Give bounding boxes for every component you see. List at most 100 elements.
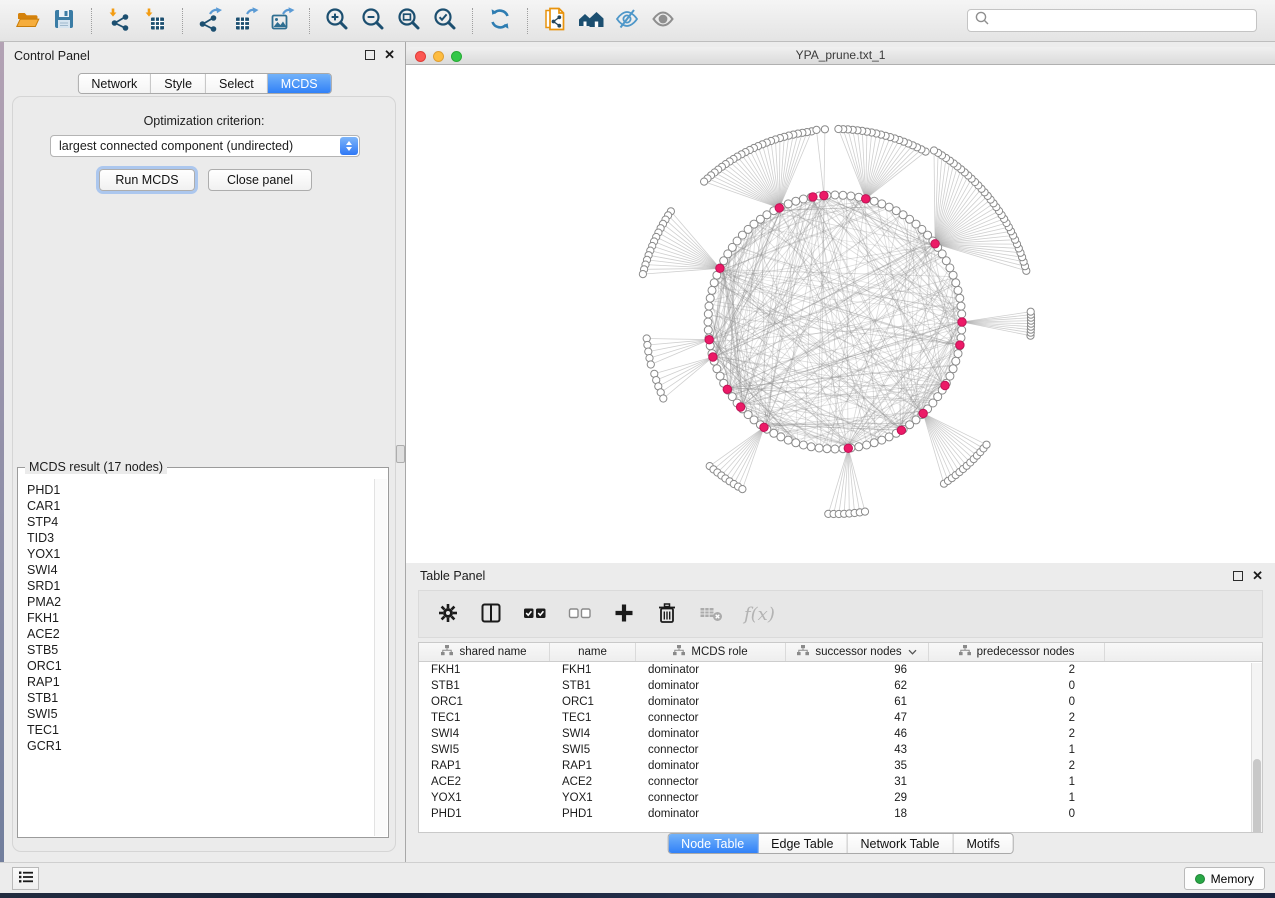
tab-network[interactable]: Network [78,74,151,93]
column-header-name[interactable]: name [550,643,636,661]
table-row[interactable]: FKH1FKH1dominator962 [419,662,1262,678]
zoom-out-button[interactable] [355,4,391,38]
table-row[interactable]: RAP1RAP1dominator352 [419,758,1262,774]
close-panel-icon[interactable]: ✕ [1252,570,1263,581]
new-network-from-selection-button[interactable] [537,4,573,38]
network-window-titlebar[interactable]: YPA_prune.txt_1 [406,47,1275,65]
memory-button[interactable]: Memory [1184,867,1265,890]
column-header-shared-name[interactable]: shared name [419,643,550,661]
open-session-button[interactable] [10,4,46,38]
task-history-button[interactable] [12,867,39,890]
mcds-result-item[interactable]: FKH1 [27,610,371,626]
table-row[interactable]: PHD1PHD1dominator180 [419,806,1262,822]
table-row[interactable]: SWI4SWI4dominator462 [419,726,1262,742]
close-panel-button[interactable]: Close panel [208,169,312,191]
table-cell: 96 [786,664,929,676]
table-cell: dominator [636,696,786,708]
zoom-fit-button[interactable] [391,4,427,38]
mcds-result-item[interactable]: TID3 [27,530,371,546]
column-header-mcds-role[interactable]: MCDS role [636,643,786,661]
add-row-button[interactable] [613,601,635,627]
tab-select[interactable]: Select [206,74,268,93]
show-column-panel-button[interactable] [480,601,502,627]
mcds-result-item[interactable]: PMA2 [27,594,371,610]
table-cell: ORC1 [550,696,636,708]
zoom-in-button[interactable] [319,4,355,38]
show-graphics-details-button[interactable] [645,4,681,38]
zoom-selected-button[interactable] [427,4,463,38]
float-panel-icon[interactable] [1233,571,1243,581]
save-session-button[interactable] [46,4,82,38]
checked-boxes-icon [523,602,547,627]
table-row[interactable]: SWI5SWI5connector431 [419,742,1262,758]
table-panel-tabs: Node TableEdge TableNetwork TableMotifs [667,833,1014,854]
table-row[interactable]: TEC1TEC1connector472 [419,710,1262,726]
export-network-icon [197,6,223,35]
mcds-result-item[interactable]: STP4 [27,514,371,530]
hide-graphics-details-button[interactable] [609,4,645,38]
tab-network-table[interactable]: Network Table [848,834,954,853]
search-box[interactable] [967,9,1257,32]
mcds-result-item[interactable]: CAR1 [27,498,371,514]
mcds-result-item[interactable]: STB1 [27,690,371,706]
node-table[interactable]: shared namenameMCDS rolesuccessor nodesp… [418,642,1263,833]
tab-style[interactable]: Style [151,74,206,93]
refresh-button[interactable] [482,4,518,38]
mcds-result-item[interactable]: SRD1 [27,578,371,594]
import-table-button[interactable] [137,4,173,38]
home-button[interactable] [573,4,609,38]
table-row[interactable]: ORC1ORC1dominator610 [419,694,1262,710]
mcds-result-item[interactable]: SWI5 [27,706,371,722]
export-table-icon [233,6,259,35]
tab-mcds[interactable]: MCDS [268,74,331,93]
table-cell: 43 [786,744,929,756]
mcds-result-item[interactable]: GCR1 [27,738,371,754]
table-row[interactable]: YOX1YOX1connector291 [419,790,1262,806]
export-image-button[interactable] [264,4,300,38]
tab-motifs[interactable]: Motifs [953,834,1012,853]
delete-row-button[interactable] [656,601,678,627]
export-table-button[interactable] [228,4,264,38]
mcds-result-item[interactable]: ORC1 [27,658,371,674]
table-cell: 47 [786,712,929,724]
mcds-result-item[interactable]: TEC1 [27,722,371,738]
table-row[interactable]: STB1STB1dominator620 [419,678,1262,694]
table-cell: STB1 [550,680,636,692]
table-cell: 2 [929,712,1105,724]
mcds-result-item[interactable]: ACE2 [27,626,371,642]
table-cell: FKH1 [550,664,636,676]
import-network-icon [106,6,132,35]
mcds-result-item[interactable]: YOX1 [27,546,371,562]
deselect-all-button[interactable] [568,601,592,627]
column-header-predecessor-nodes[interactable]: predecessor nodes [929,643,1105,661]
export-image-icon [269,6,295,35]
toolbar-separator [472,8,473,34]
column-header-successor-nodes[interactable]: successor nodes [786,643,929,661]
table-scrollbar-thumb[interactable] [1253,759,1261,833]
delete-column-button-disabled [699,601,723,627]
tab-node-table[interactable]: Node Table [668,834,758,853]
mcds-result-item[interactable]: STB5 [27,642,371,658]
mcds-result-item[interactable]: RAP1 [27,674,371,690]
mcds-result-item[interactable]: PHD1 [27,482,371,498]
tab-edge-table[interactable]: Edge Table [758,834,847,853]
optimization-criterion-select[interactable]: largest connected component (undirected) [50,135,360,157]
export-network-button[interactable] [192,4,228,38]
search-input[interactable] [990,14,1250,28]
select-all-button[interactable] [523,601,547,627]
float-panel-icon[interactable] [365,50,375,60]
mcds-result-scrollbar[interactable] [374,479,387,836]
import-network-button[interactable] [101,4,137,38]
window-zoom-icon[interactable] [451,51,462,62]
table-row[interactable]: ACE2ACE2connector311 [419,774,1262,790]
table-scrollbar[interactable] [1251,663,1262,832]
mcds-result-item[interactable]: SWI4 [27,562,371,578]
run-mcds-button[interactable]: Run MCDS [99,169,195,191]
window-close-icon[interactable] [415,51,426,62]
mcds-result-list[interactable]: PHD1CAR1STP4TID3YOX1SWI4SRD1PMA2FKH1ACE2… [27,482,371,834]
table-cell: ACE2 [550,776,636,788]
close-panel-icon[interactable]: ✕ [384,49,395,60]
network-canvas[interactable] [406,65,1275,563]
window-minimize-icon[interactable] [433,51,444,62]
table-settings-button[interactable] [437,601,459,627]
